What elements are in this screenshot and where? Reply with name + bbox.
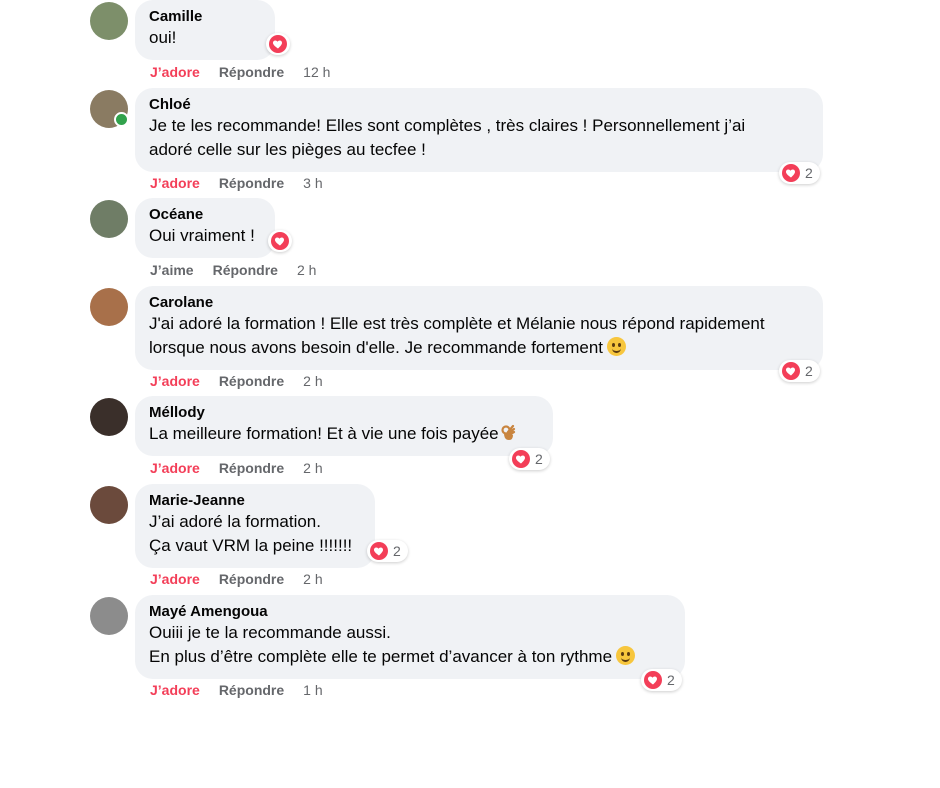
comment-text: Oui vraiment ! [149,226,255,245]
avatar[interactable] [90,486,128,524]
comment-time[interactable]: 2 h [303,373,322,389]
like-button[interactable]: J’adore [150,460,200,476]
comments-panel: Camille oui! J’adore Répondre 12 h Chloé… [80,0,840,705]
comment-time[interactable]: 2 h [303,460,322,476]
comment-bubble: Camille oui! [135,0,275,60]
comment-actions: J’adore Répondre 1 h [150,682,323,698]
comment-bubble: Mayé Amengoua Ouiii je te la recommande … [135,595,685,679]
avatar[interactable] [90,2,128,40]
reply-button[interactable]: Répondre [219,682,284,698]
reply-button[interactable]: Répondre [219,571,284,587]
reaction-count: 2 [805,363,813,379]
comment-bubble: Océane Oui vraiment ! [135,198,275,258]
comment-author[interactable]: Camille [149,8,261,26]
comment-time[interactable]: 1 h [303,682,322,698]
like-button[interactable]: J’adore [150,175,200,191]
reply-button[interactable]: Répondre [219,460,284,476]
online-status-dot [114,112,129,127]
heart-icon [271,232,289,250]
heart-icon [782,164,800,182]
reply-button[interactable]: Répondre [219,175,284,191]
reaction-badge[interactable]: 2 [779,360,820,382]
avatar[interactable] [90,200,128,238]
reaction-count: 2 [535,451,543,467]
comment-text: J’ai adoré la formation. Ça vaut VRM la … [149,512,353,555]
comment-author[interactable]: Carolane [149,294,809,312]
heart-icon [370,542,388,560]
comment-time[interactable]: 2 h [303,571,322,587]
comment-bubble: Carolane J'ai adoré la formation ! Elle … [135,286,823,370]
comment-text: Je te les recommande! Elles sont complèt… [149,116,746,159]
comment-text: La meilleure formation! Et à vie une foi… [149,422,539,446]
comment-actions: J’adore Répondre 3 h [150,175,323,191]
like-button[interactable]: J’aime [150,262,194,278]
comment-time[interactable]: 2 h [297,262,316,278]
comment-bubble: Méllody La meilleure formation! Et à vie… [135,396,553,456]
like-button[interactable]: J’adore [150,64,200,80]
comment-text: oui! [149,28,177,47]
heart-icon [269,35,287,53]
comment-bubble: Chloé Je te les recommande! Elles sont c… [135,88,823,172]
comment-actions: J’adore Répondre 2 h [150,571,323,587]
like-button[interactable]: J’adore [150,373,200,389]
like-button[interactable]: J’adore [150,682,200,698]
smiley-emoji-icon [607,337,627,356]
comment-text-content: J'ai adoré la formation ! Elle est très … [149,314,765,357]
reply-button[interactable]: Répondre [219,64,284,80]
avatar[interactable] [90,398,128,436]
reaction-badge[interactable] [266,33,290,55]
comment-author[interactable]: Chloé [149,96,809,114]
like-button[interactable]: J’adore [150,571,200,587]
comment-time[interactable]: 12 h [303,64,330,80]
comment-author[interactable]: Marie-Jeanne [149,492,361,510]
reaction-badge[interactable]: 2 [367,540,408,562]
ok-hand-emoji-icon [501,424,515,440]
comment-actions: J’adore Répondre 2 h [150,460,323,476]
comment-actions: J’aime Répondre 2 h [150,262,316,278]
comment-text: Ouiii je te la recommande aussi. En plus… [149,621,671,669]
comment-text-content: Ouiii je te la recommande aussi. En plus… [149,623,613,666]
reply-button[interactable]: Répondre [219,373,284,389]
comment-time[interactable]: 3 h [303,175,322,191]
heart-icon [512,450,530,468]
comment-text: J'ai adoré la formation ! Elle est très … [149,312,809,360]
reaction-badge[interactable] [268,230,292,252]
comment-actions: J’adore Répondre 2 h [150,373,323,389]
comment-actions: J’adore Répondre 12 h [150,64,330,80]
avatar[interactable] [90,597,128,635]
comment-author[interactable]: Méllody [149,404,539,422]
reaction-count: 2 [393,543,401,559]
reply-button[interactable]: Répondre [213,262,278,278]
reaction-badge[interactable]: 2 [779,162,820,184]
reaction-count: 2 [805,165,813,181]
heart-icon [644,671,662,689]
comment-bubble: Marie-Jeanne J’ai adoré la formation. Ça… [135,484,375,568]
smiling-emoji-icon [616,646,636,665]
avatar[interactable] [90,90,129,128]
avatar[interactable] [90,288,128,326]
heart-icon [782,362,800,380]
comment-author[interactable]: Océane [149,206,261,224]
comment-author[interactable]: Mayé Amengoua [149,603,671,621]
reaction-badge[interactable]: 2 [509,448,550,470]
reaction-count: 2 [667,672,675,688]
reaction-badge[interactable]: 2 [641,669,682,691]
comment-text-content: La meilleure formation! Et à vie une foi… [149,424,499,443]
